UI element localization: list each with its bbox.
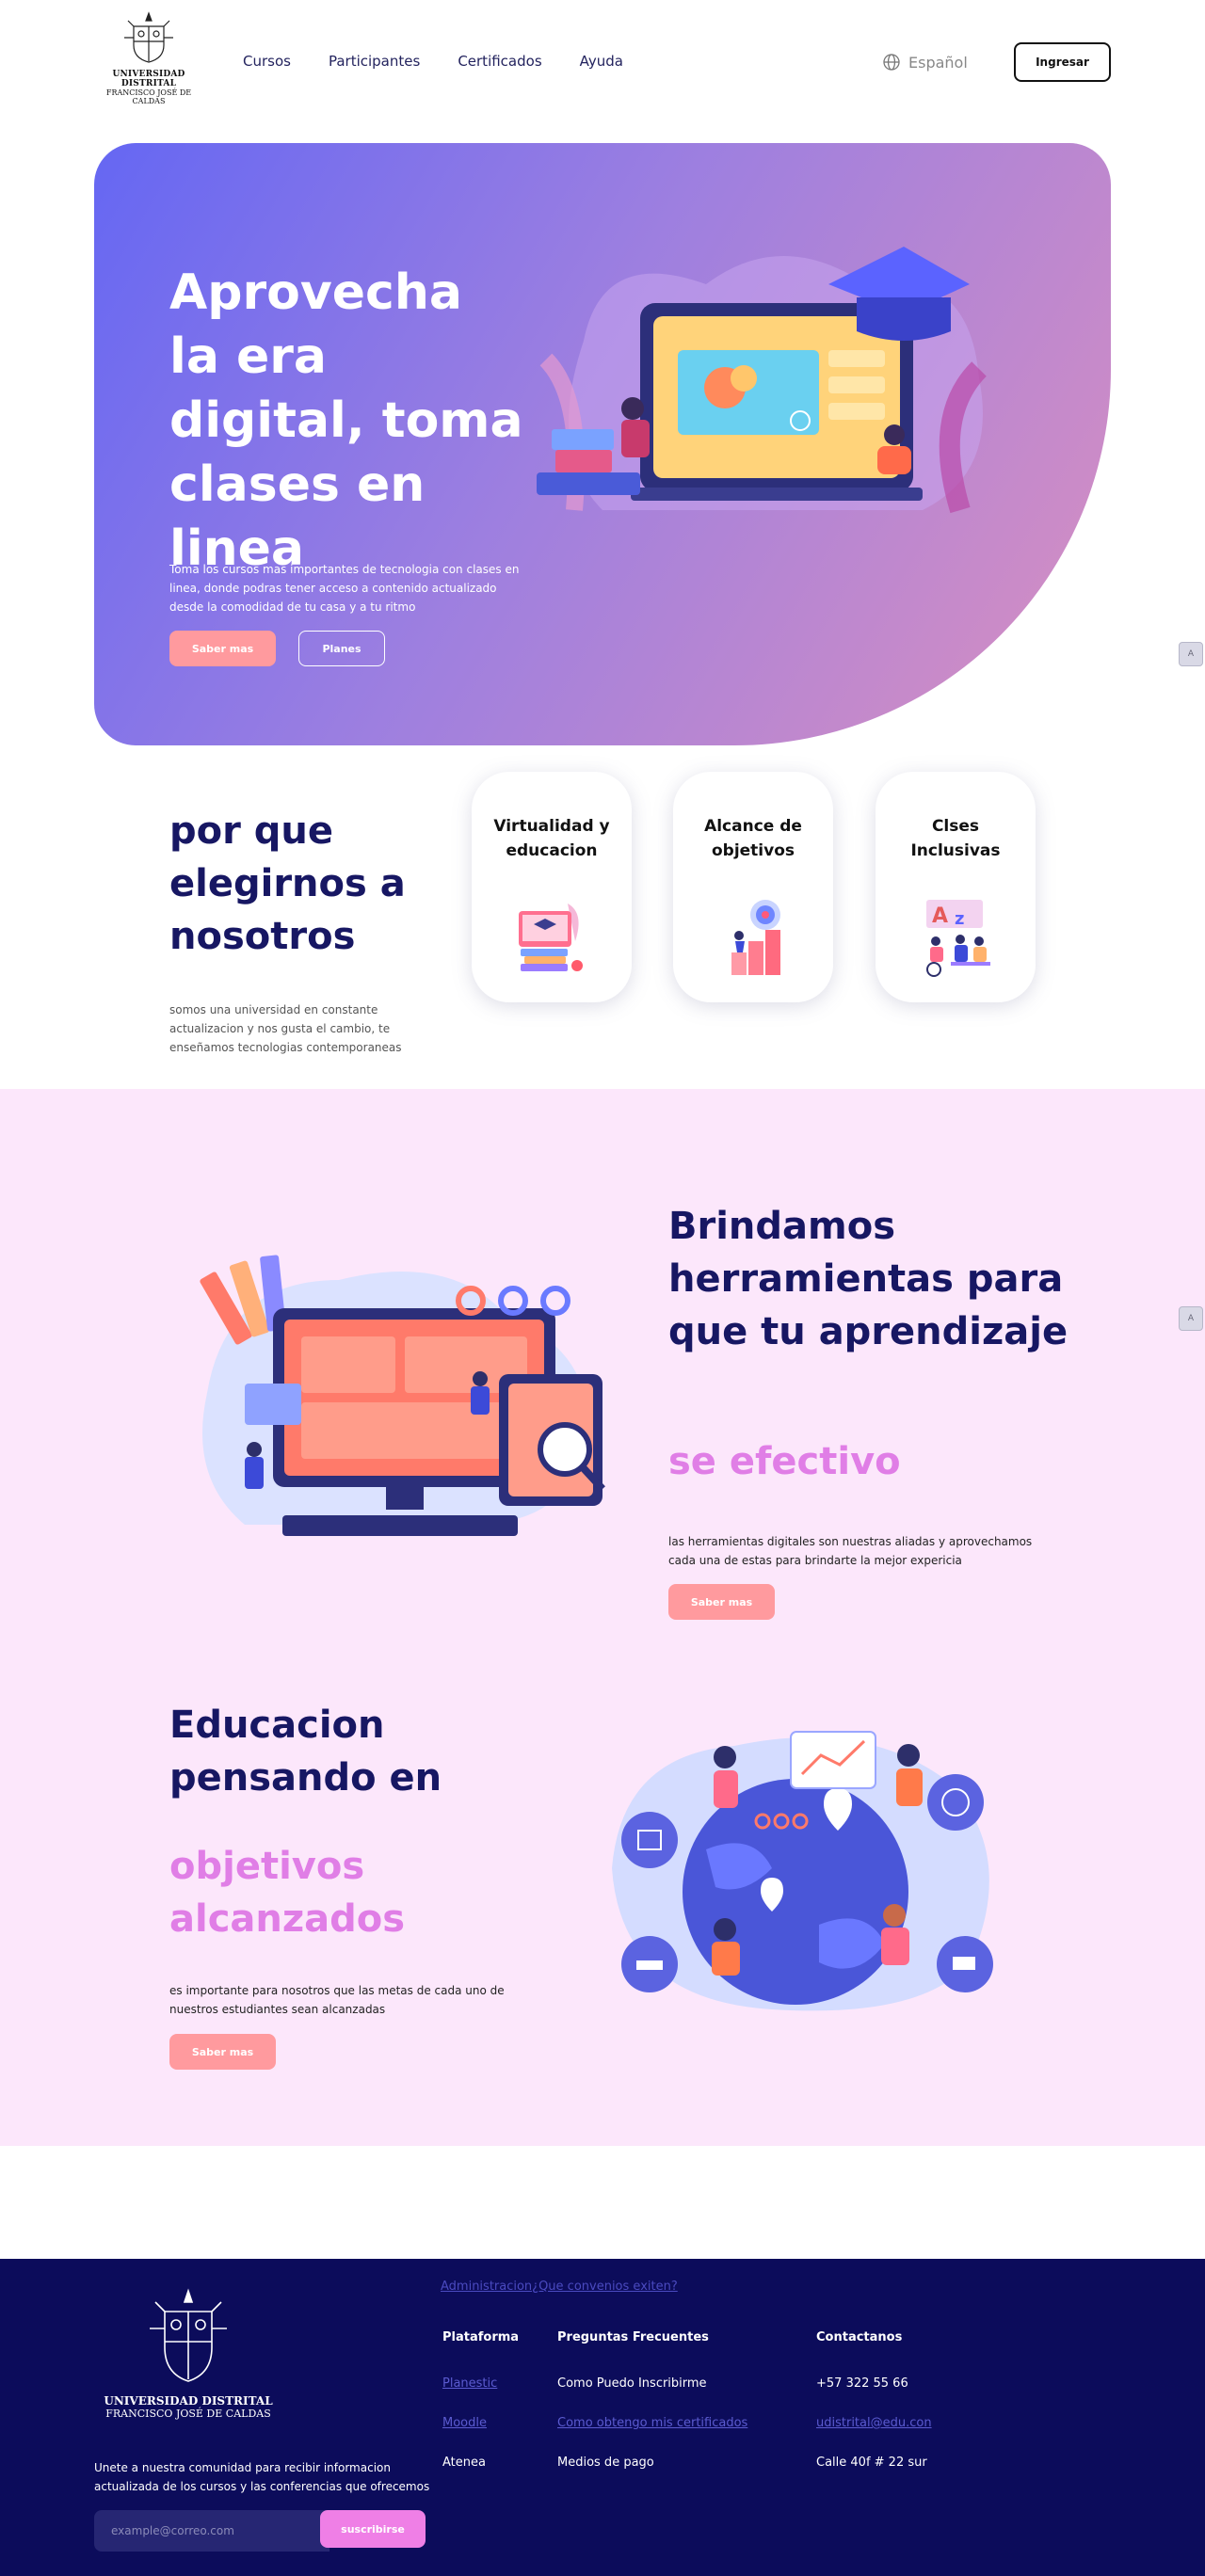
main-nav: Cursos Participantes Certificados Ayuda: [243, 53, 623, 70]
hero-description: Toma los cursos mas importantes de tecno…: [169, 563, 520, 614]
platform-link-atenea[interactable]: Atenea: [442, 2456, 519, 2474]
contact-email[interactable]: udistrital@edu.con: [816, 2416, 932, 2435]
logo-line-1: UNIVERSIDAD DISTRITAL: [112, 70, 185, 88]
hero-banner: Aprovecha la era digital, toma clases en…: [94, 143, 1111, 745]
platform-heading: Plataforma: [442, 2330, 520, 2344]
feature-card-virtual[interactable]: Virtualidad y educacion: [472, 772, 632, 1002]
footer-university-logo[interactable]: UNIVERSIDAD DISTRITAL FRANCISCO JOSÉ DE …: [94, 2287, 282, 2420]
faq-link-inscribirme[interactable]: Como Puedo Inscribirme: [557, 2376, 747, 2395]
globe-icon: [883, 54, 900, 71]
global-goals-illustration: [612, 1731, 993, 2011]
footer-logo-line-2: FRANCISCO JOSÉ DE CALDAS: [105, 2408, 271, 2420]
contact-phone: +57 322 55 66: [816, 2376, 908, 2391]
footer-logo-line-1: UNIVERSIDAD DISTRITAL: [104, 2394, 273, 2408]
tools-learn-more-button[interactable]: Saber mas: [668, 1584, 775, 1620]
footer-platform-column: Plataforma Planestic Moodle Atenea: [442, 2330, 519, 2495]
platform-link-moodle[interactable]: Moodle: [442, 2416, 519, 2435]
inclusive-classes-icon: A z: [926, 900, 990, 977]
why-us-title: por que elegirnos a nosotros: [169, 809, 406, 958]
tools-subtitle: se efectivo: [668, 1440, 901, 1483]
site-footer: UNIVERSIDAD DISTRITAL FRANCISCO JOSÉ DE …: [0, 2259, 1205, 2576]
card-title: Alcance de objetivos: [704, 817, 802, 860]
subscribe-button[interactable]: suscribirse: [320, 2510, 426, 2548]
svg-text:A: A: [932, 904, 948, 928]
contact-address: Calle 40f # 22 sur: [816, 2456, 927, 2470]
nav-item-participantes[interactable]: Participantes: [329, 53, 420, 70]
language-label: Español: [908, 53, 968, 72]
education-title: Educacion pensando en: [169, 1704, 442, 1800]
faq-link-medios-de-pago[interactable]: Medios de pago: [557, 2456, 747, 2474]
why-us-description: somos una universidad en constante actua…: [169, 1003, 402, 1054]
newsletter-email-input[interactable]: [94, 2510, 329, 2552]
feature-card-goals[interactable]: Alcance de objetivos: [673, 772, 833, 1002]
faq-heading: Preguntas Frecuentes: [557, 2330, 709, 2344]
crest-icon: [124, 11, 173, 63]
faq-link-certificados[interactable]: Como obtengo mis certificados: [557, 2416, 747, 2435]
goals-target-icon: [731, 900, 780, 975]
card-title: Clses Inclusivas: [910, 817, 1001, 860]
education-learn-more-button[interactable]: Saber mas: [169, 2034, 276, 2070]
platform-link-planestic[interactable]: Planestic: [442, 2376, 519, 2395]
translate-badge-icon[interactable]: A: [1179, 1306, 1203, 1331]
svg-text:z: z: [955, 909, 964, 929]
hero-learn-more-button[interactable]: Saber mas: [169, 631, 276, 666]
hero-title: Aprovecha la era digital, toma clases en…: [169, 264, 523, 577]
university-logo[interactable]: UNIVERSIDAD DISTRITAL FRANCISCO JOSÉ DE …: [94, 9, 203, 111]
online-class-illustration: [537, 247, 988, 514]
logo-line-2: FRANCISCO JOSÉ DE CALDAS: [105, 88, 192, 105]
site-header: UNIVERSIDAD DISTRITAL FRANCISCO JOSÉ DE …: [0, 0, 1205, 122]
education-description: es importante para nosotros que las meta…: [169, 1984, 505, 2016]
footer-contact-column: Contactanos +57 322 55 66 udistrital@edu…: [816, 2330, 932, 2495]
tools-title: Brindamos herramientas para que tu apren…: [668, 1205, 1068, 1353]
language-selector[interactable]: Español: [882, 53, 968, 72]
contact-heading: Contactanos: [816, 2330, 903, 2344]
tools-description: las herramientas digitales son nuestras …: [668, 1535, 1033, 1567]
virtual-education-icon: [519, 904, 583, 971]
nav-item-cursos[interactable]: Cursos: [243, 53, 291, 70]
crest-icon: [150, 2288, 227, 2382]
admin-link[interactable]: Administracion¿Que convenios exiten?: [441, 2280, 678, 2294]
hero-plans-button[interactable]: Planes: [298, 631, 385, 666]
footer-faq-column: Preguntas Frecuentes Como Puedo Inscribi…: [557, 2330, 747, 2495]
education-subtitle: objetivos alcanzados: [169, 1845, 406, 1941]
nav-item-certificados[interactable]: Certificados: [458, 53, 541, 70]
card-title: Virtualidad y educacion: [493, 817, 610, 860]
newsletter-text: Unete a nuestra comunidad para recibir i…: [94, 2461, 430, 2493]
feature-card-inclusive[interactable]: Clses Inclusivas A z: [876, 772, 1036, 1002]
digital-tools-illustration: [200, 1255, 605, 1536]
translate-badge-icon[interactable]: A: [1179, 642, 1203, 666]
nav-item-ayuda[interactable]: Ayuda: [580, 53, 623, 70]
login-button[interactable]: Ingresar: [1014, 42, 1111, 82]
